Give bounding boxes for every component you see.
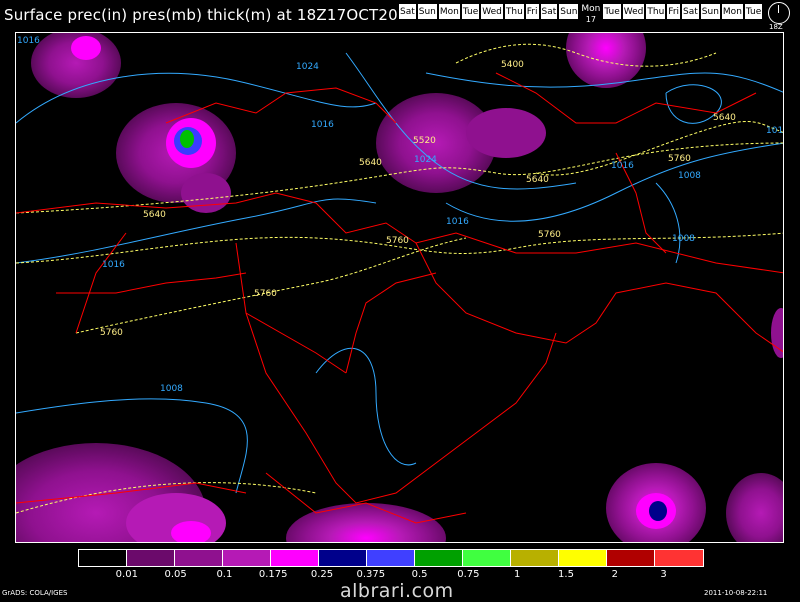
pressure-label: 1016 xyxy=(17,36,40,46)
pressure-label: 1008 xyxy=(160,384,183,394)
thickness-label: 5760 xyxy=(538,230,561,240)
thickness-label: 5640 xyxy=(143,210,166,220)
legend-tick-label: 1.5 xyxy=(558,569,574,580)
precip-areas xyxy=(16,33,783,542)
day-cell: Tue xyxy=(460,3,481,20)
legend-tick-label: 0.175 xyxy=(258,569,288,580)
day-cell: Sun xyxy=(699,3,721,20)
pressure-label: 1016 xyxy=(611,161,634,171)
day-cell: Thu xyxy=(645,3,667,20)
footer-credit: GrADS: COLA/IGES xyxy=(2,589,68,597)
pressure-label: 1016 xyxy=(102,260,125,270)
legend-swatch xyxy=(415,550,463,566)
pressure-label: 1024 xyxy=(296,62,319,72)
legend-tick-label: 0.75 xyxy=(457,569,480,580)
legend-swatch xyxy=(175,550,223,566)
day-cell: Wed xyxy=(621,3,646,20)
legend-tick-label: 3 xyxy=(660,569,667,580)
legend-swatch xyxy=(271,550,319,566)
thickness-label: 5760 xyxy=(100,328,123,338)
legend-tick-label: 0.01 xyxy=(115,569,138,580)
legend-tick-label: 0.375 xyxy=(356,569,386,580)
thickness-label: 5520 xyxy=(413,136,436,146)
legend-swatch xyxy=(79,550,127,566)
legend-swatch xyxy=(559,550,607,566)
clock-icon xyxy=(768,2,790,24)
thickness-label: 5640 xyxy=(359,158,382,168)
thickness-label: 5760 xyxy=(254,289,277,299)
pressure-label: 1016 xyxy=(766,126,784,136)
pressure-label: 1008 xyxy=(678,171,701,181)
day-cell: Sun xyxy=(558,3,580,20)
legend-tick-label: 1 xyxy=(514,569,521,580)
pressure-labels: 1016 1024 1016 1024 1016 1016 1008 1008 … xyxy=(17,36,784,394)
legend-tick-label: 0.5 xyxy=(411,569,428,580)
day-number: 17 xyxy=(585,15,596,24)
thickness-label: 5640 xyxy=(526,175,549,185)
legend-tick-label: 0.25 xyxy=(310,569,334,580)
map-title: Surface prec(in) pres(mb) thick(m) at 18… xyxy=(4,6,418,24)
map-canvas: 1016 1024 1016 1024 1016 1016 1008 1008 … xyxy=(16,33,784,542)
legend-swatch xyxy=(223,550,271,566)
legend-swatch xyxy=(319,550,367,566)
day-cell: Mon xyxy=(437,3,461,20)
pressure-label: 1008 xyxy=(672,234,695,244)
precip-legend xyxy=(78,549,704,567)
day-cell: Mon 17 xyxy=(579,3,603,24)
watermark: albrari.com xyxy=(340,580,454,602)
legend-swatch xyxy=(463,550,511,566)
thickness-label: 5760 xyxy=(386,236,409,246)
day-cell: Fri xyxy=(666,3,682,20)
day-cell: Fri xyxy=(524,3,540,20)
day-cell: Tue xyxy=(602,3,622,20)
day-cell: Thu xyxy=(503,3,525,20)
legend-tick-label: 0.05 xyxy=(164,569,187,580)
thickness-label: 5400 xyxy=(501,60,524,70)
legend-swatch xyxy=(367,550,415,566)
legend-tick-label: 0.1 xyxy=(216,569,233,580)
thickness-label: 5760 xyxy=(668,154,691,164)
clock-label: 18Z xyxy=(769,23,783,31)
day-cell: Sat xyxy=(681,3,700,20)
legend-swatch xyxy=(127,550,175,566)
weather-map: 1016 1024 1016 1024 1016 1016 1008 1008 … xyxy=(15,32,784,543)
legend-swatch xyxy=(607,550,655,566)
day-cell: Sun xyxy=(416,3,438,20)
day-cell: Tue xyxy=(743,3,764,20)
legend-swatch xyxy=(655,550,703,566)
day-cell: Mon xyxy=(720,3,744,20)
footer-timestamp: 2011-10-08-22:11 xyxy=(704,589,768,597)
legend-tick-label: 2 xyxy=(611,569,618,580)
day-cell: Wed xyxy=(480,3,504,20)
pressure-label: 1024 xyxy=(414,155,437,165)
pressure-label: 1016 xyxy=(446,217,469,227)
day-strip: Sat Sun Mon Tue Wed Thu Fri Sat Sun Mon 17 Tue Wed Th… xyxy=(398,3,764,24)
day-cell: Sat xyxy=(539,3,559,20)
legend-swatch xyxy=(511,550,559,566)
pressure-label: 1016 xyxy=(311,120,334,130)
day-cell: Sat xyxy=(398,3,417,20)
thickness-label: 5640 xyxy=(713,113,736,123)
